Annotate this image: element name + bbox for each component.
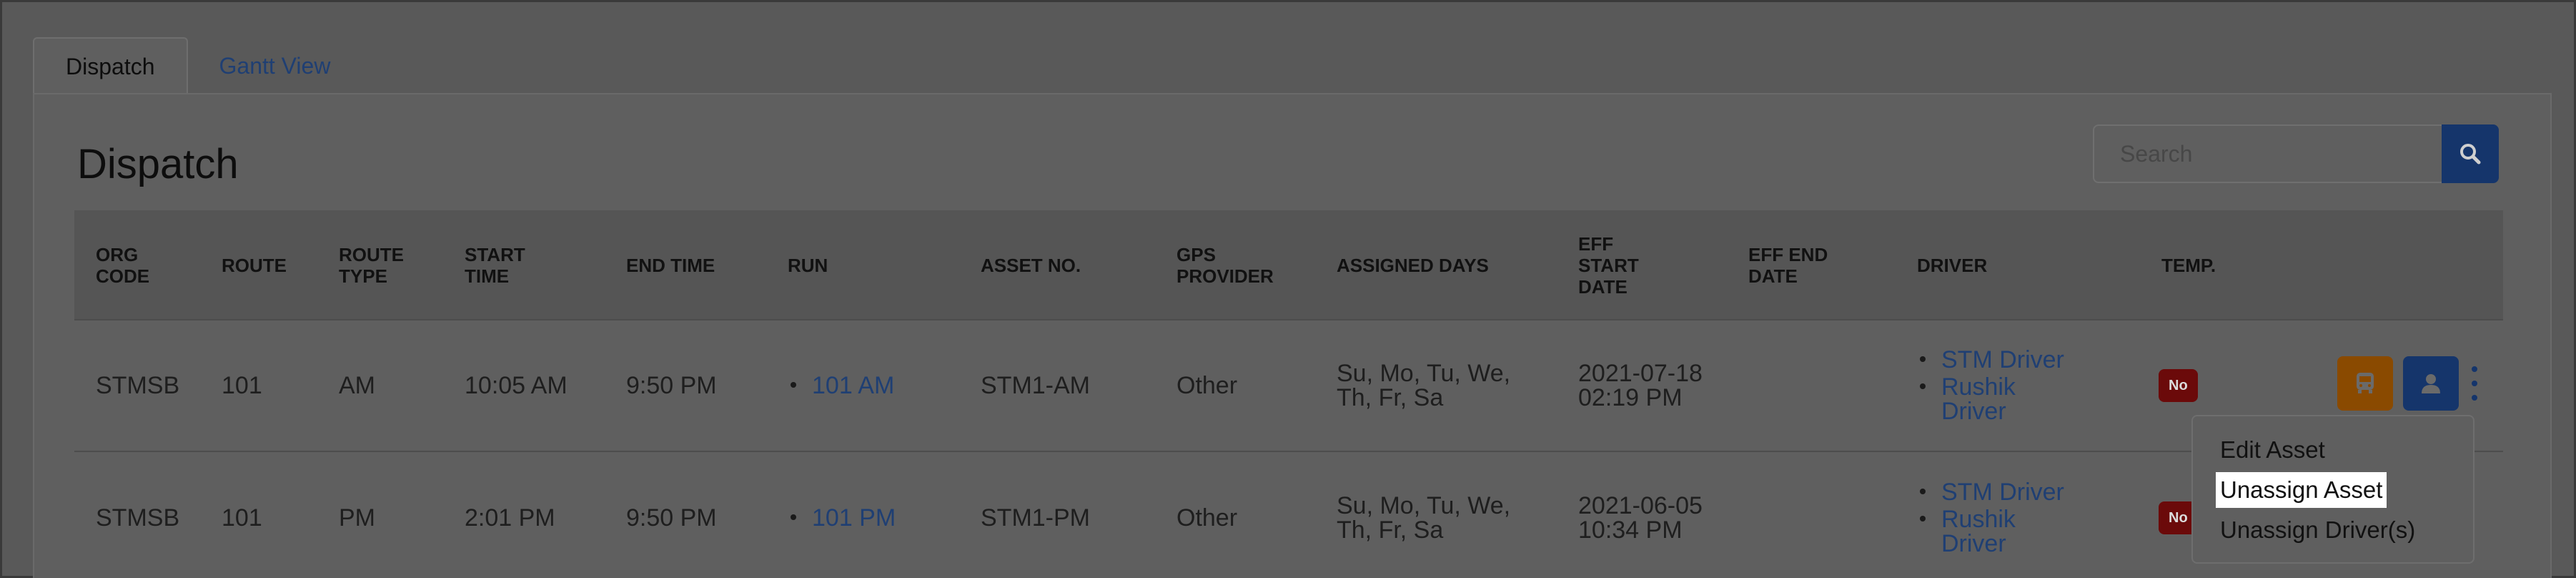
cell-gps-provider: Other bbox=[1176, 372, 1238, 399]
run-list-item: 101 PM bbox=[788, 506, 896, 530]
cell-org-code: STMSB bbox=[96, 372, 180, 399]
driver-link[interactable]: Rushik Driver bbox=[1941, 507, 2027, 556]
driver-list-item: STM Driver bbox=[1917, 480, 2064, 504]
bullet-icon bbox=[791, 382, 796, 388]
header-assigned-days[interactable]: ASSIGNED DAYS bbox=[1337, 210, 1537, 320]
header-driver[interactable]: DRIVER bbox=[1917, 210, 2031, 320]
tab-dispatch[interactable]: Dispatch bbox=[33, 37, 188, 94]
cell-end-time: 9:50 PM bbox=[626, 372, 717, 399]
page-title: Dispatch bbox=[77, 141, 239, 187]
header-asset-no[interactable]: ASSET NO. bbox=[981, 210, 1124, 320]
cell-route: 101 bbox=[222, 372, 262, 399]
driver-link[interactable]: STM Driver bbox=[1941, 480, 2064, 504]
tab-bar: Dispatch Gantt View bbox=[33, 37, 362, 94]
assign-asset-button[interactable] bbox=[2337, 356, 2393, 411]
driver-list: STM Driver Rushik Driver bbox=[1917, 480, 2064, 556]
row-actions-menu: Edit Asset Unassign Asset Unassign Drive… bbox=[2191, 415, 2475, 564]
driver-list-item: Rushik Driver bbox=[1917, 375, 2064, 423]
bullet-icon bbox=[1920, 383, 1926, 389]
dispatch-table: ORG CODE ROUTE ROUTE TYPE START TIME END… bbox=[74, 210, 2503, 578]
cell-org-code: STMSB bbox=[96, 504, 180, 532]
search-input[interactable] bbox=[2093, 124, 2442, 183]
driver-list-item: STM Driver bbox=[1917, 348, 2064, 372]
assign-driver-button[interactable] bbox=[2403, 356, 2459, 411]
menu-item-unassign-asset[interactable]: Unassign Asset bbox=[2216, 472, 2387, 508]
header-eff-end-date[interactable]: EFF END DATE bbox=[1748, 210, 1863, 320]
table-header: ORG CODE ROUTE ROUTE TYPE START TIME END… bbox=[74, 210, 2503, 320]
bullet-icon bbox=[1920, 516, 1926, 521]
cell-route-type: AM bbox=[339, 372, 375, 399]
cell-gps-provider: Other bbox=[1176, 504, 1238, 532]
table-row: STMSB 101 PM 2:01 PM 9:50 PM 101 PM STM1… bbox=[74, 452, 2503, 578]
bullet-icon bbox=[791, 514, 796, 520]
header-run[interactable]: RUN bbox=[788, 210, 873, 320]
header-route-type[interactable]: ROUTE TYPE bbox=[339, 210, 432, 320]
header-temp[interactable]: TEMP. bbox=[2161, 210, 2247, 320]
cell-driver: STM Driver Rushik Driver bbox=[1917, 452, 2117, 578]
menu-item-edit-asset[interactable]: Edit Asset bbox=[2216, 432, 2329, 468]
cell-route: 101 bbox=[222, 504, 262, 532]
header-end-time[interactable]: END TIME bbox=[626, 210, 755, 320]
user-icon bbox=[2422, 374, 2440, 393]
header-eff-start-date[interactable]: EFF START DATE bbox=[1578, 210, 1657, 320]
header-start-time[interactable]: START TIME bbox=[465, 210, 558, 320]
cell-eff-start-date: 2021-06-05 10:34 PM bbox=[1578, 492, 1703, 544]
run-list-item: 101 AM bbox=[788, 373, 894, 398]
run-link[interactable]: 101 AM bbox=[812, 373, 894, 398]
tab-gantt-view[interactable]: Gantt View bbox=[188, 37, 362, 94]
header-org-code[interactable]: ORG CODE bbox=[96, 210, 174, 320]
bus-icon bbox=[2357, 373, 2374, 393]
cell-end-time: 9:50 PM bbox=[626, 504, 717, 532]
bullet-icon bbox=[1920, 356, 1926, 362]
search-icon bbox=[2460, 144, 2481, 165]
driver-list-item: Rushik Driver bbox=[1917, 507, 2064, 556]
kebab-icon[interactable] bbox=[2469, 362, 2480, 405]
header-gps-provider[interactable]: GPS PROVIDER bbox=[1176, 210, 1305, 320]
search-box bbox=[2093, 124, 2499, 183]
cell-asset-no: STM1-PM bbox=[981, 504, 1090, 532]
driver-list: STM Driver Rushik Driver bbox=[1917, 348, 2064, 423]
menu-item-unassign-drivers[interactable]: Unassign Driver(s) bbox=[2216, 512, 2419, 548]
bullet-icon bbox=[1920, 489, 1926, 494]
cell-run: 101 AM bbox=[788, 320, 894, 451]
driver-link[interactable]: STM Driver bbox=[1941, 348, 2064, 372]
table-row: STMSB 101 AM 10:05 AM 9:50 PM 101 AM STM… bbox=[74, 320, 2503, 452]
cell-start-time: 2:01 PM bbox=[465, 504, 555, 532]
cell-route-type: PM bbox=[339, 504, 375, 532]
driver-link[interactable]: Rushik Driver bbox=[1941, 375, 2027, 423]
search-button[interactable] bbox=[2442, 124, 2499, 183]
cell-assigned-days: Su, Mo, Tu, We, Th, Fr, Sa bbox=[1337, 360, 1511, 411]
cell-start-time: 10:05 AM bbox=[465, 372, 568, 399]
header-route[interactable]: ROUTE bbox=[222, 210, 307, 320]
cell-assigned-days: Su, Mo, Tu, We, Th, Fr, Sa bbox=[1337, 492, 1511, 544]
run-link[interactable]: 101 PM bbox=[812, 506, 896, 530]
temp-badge: No bbox=[2159, 369, 2198, 402]
cell-asset-no: STM1-AM bbox=[981, 372, 1090, 399]
cell-run: 101 PM bbox=[788, 452, 896, 578]
cell-driver: STM Driver Rushik Driver bbox=[1917, 320, 2117, 451]
cell-eff-start-date: 2021-07-18 02:19 PM bbox=[1578, 360, 1703, 411]
